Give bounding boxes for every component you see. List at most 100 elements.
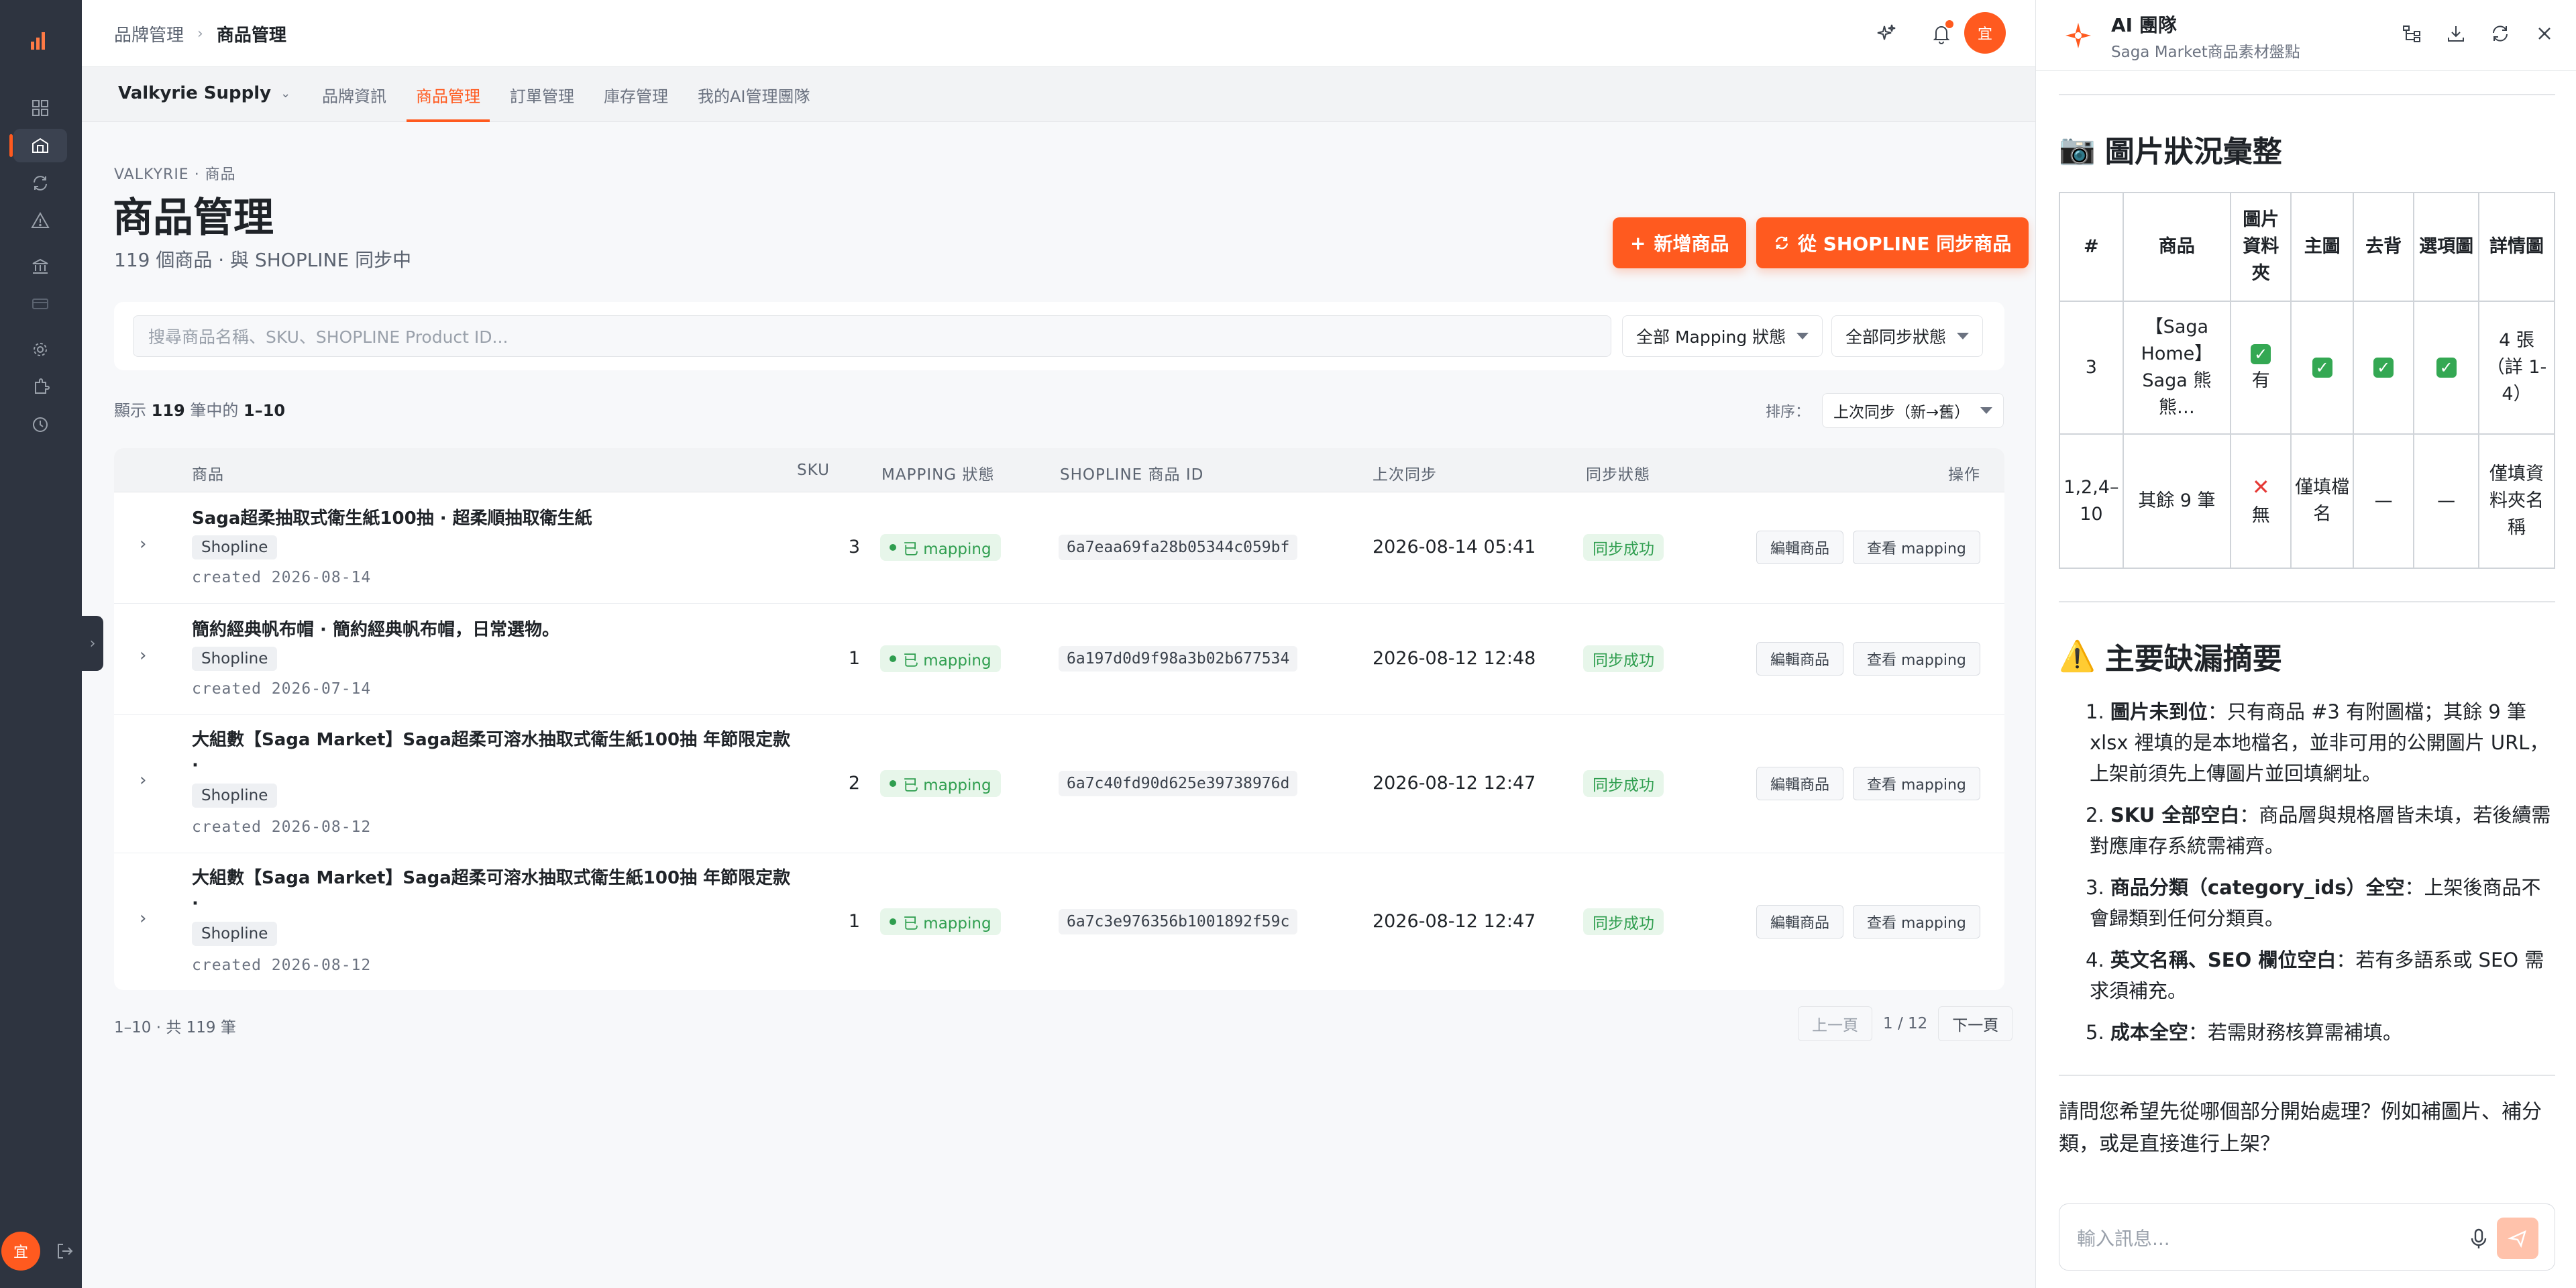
bank-icon[interactable] [13, 250, 67, 283]
prev-page-button[interactable]: 上一頁 [1798, 1006, 1872, 1041]
col-detail-image: 詳情圖 [2477, 192, 2556, 302]
edit-product-button[interactable]: 編輯商品 [1756, 531, 1844, 564]
view-mapping-button[interactable]: 查看 mapping [1853, 531, 1980, 564]
products-icon[interactable] [9, 129, 67, 162]
tab-orders[interactable]: 訂單管理 [495, 67, 589, 122]
send-icon [2508, 1230, 2526, 1248]
header-mapping: MAPPING 狀態 [881, 466, 995, 484]
mapping-badge: 已 mapping [880, 534, 1001, 561]
edit-product-button[interactable]: 編輯商品 [1756, 642, 1844, 676]
breadcrumb: 品牌管理 › 商品管理 [114, 21, 286, 46]
refresh-icon[interactable] [2489, 23, 2514, 47]
view-mapping-button[interactable]: 查看 mapping [1853, 642, 1980, 676]
table-row[interactable]: › 大組數【Saga Market】Saga超柔可溶水抽取式衛生紙100抽 年節… [114, 715, 2004, 853]
item-number: 3. [2086, 876, 2104, 899]
next-page-button[interactable]: 下一頁 [1938, 1006, 2013, 1041]
expand-chevron-icon[interactable]: › [140, 908, 146, 928]
edit-product-button[interactable]: 編輯商品 [1756, 767, 1844, 800]
product-name[interactable]: 簡約經典帆布帽 · 簡約經典帆布帽，日常選物。 [192, 617, 796, 643]
sku-count: 1 [848, 648, 860, 669]
message-composer[interactable]: 輸入訊息... [2059, 1203, 2555, 1271]
edit-product-button[interactable]: 編輯商品 [1756, 905, 1844, 938]
dashboard-icon[interactable] [13, 91, 67, 125]
tab-brand-info[interactable]: 品牌資訊 [307, 67, 401, 122]
caret-down-icon [1957, 333, 1970, 339]
add-product-button[interactable]: + 新增商品 [1613, 217, 1747, 268]
list-item: 2. SKU 全部空白：商品層與規格層皆未填，若後續需對應庫存系統需補齊。 [2059, 800, 2555, 861]
plugin-icon[interactable] [13, 370, 67, 404]
cell-main-image: ✓ [2290, 301, 2354, 435]
cell-option-image: ✓ [2413, 301, 2479, 435]
close-icon[interactable] [2534, 23, 2558, 47]
message-input[interactable]: 輸入訊息... [2077, 1224, 2170, 1251]
item-number: 2. [2086, 804, 2104, 826]
microphone-icon[interactable] [2467, 1227, 2490, 1251]
assistant-question: 請問您希望先從哪個部分開始處理？例如補圖片、補分類，或是直接進行上架？ [2059, 1100, 2542, 1156]
sync-icon[interactable] [13, 166, 67, 200]
cell-detail-image: 僅填資料夾名稱 [2477, 433, 2556, 569]
table-header: 商品 SKU MAPPING 狀態 SHOPLINE 商品 ID 上次同步 同步… [114, 448, 2004, 492]
check-icon: ✓ [2436, 358, 2457, 378]
settings-icon[interactable] [13, 333, 67, 366]
status-dot [890, 655, 896, 662]
history-icon[interactable] [13, 408, 67, 441]
send-button[interactable] [2497, 1218, 2538, 1259]
expand-chevron-icon[interactable]: › [140, 770, 146, 790]
mapping-text: 已 mapping [903, 652, 991, 669]
tree-icon[interactable] [2401, 23, 2425, 47]
item-heading: 圖片未到位 [2110, 700, 2208, 723]
org-selector[interactable]: Valkyrie Supply ⌄ [118, 83, 290, 103]
col-image-folder: 圖片資料夾 [2230, 192, 2292, 302]
table-row: 3 【Saga Home】Saga 熊熊… ✓ 有 ✓ ✓ ✓ 4 張（詳 1-4… [2059, 301, 2556, 435]
cell-image-folder: ✕ 無 [2230, 433, 2292, 569]
source-chip: Shopline [192, 535, 278, 559]
logout-icon[interactable] [55, 1241, 75, 1261]
expand-chevron-icon[interactable]: › [140, 534, 146, 554]
panel-title: AI 團隊 [2111, 14, 2177, 36]
list-item: 5. 成本全空：若需財務核算需補填。 [2059, 1017, 2555, 1048]
table-row[interactable]: › 大組數【Saga Market】Saga超柔可溶水抽取式衛生紙100抽 年節… [114, 853, 2004, 990]
shopline-id: 6a7c3e976356b1001892f59c [1059, 909, 1298, 934]
item-heading: 英文名稱、SEO 欄位空白 [2110, 949, 2337, 971]
ai-logo-icon [2065, 23, 2091, 48]
list-item: 4. 英文名稱、SEO 欄位空白：若有多語系或 SEO 需求須補充。 [2059, 945, 2555, 1006]
section-title-text: 圖片狀況彙整 [2104, 135, 2282, 169]
collapse-toggle[interactable]: › [82, 616, 103, 671]
logo-icon[interactable] [24, 27, 58, 54]
mapping-text: 已 mapping [903, 777, 991, 794]
count-mid: 筆中的 [190, 401, 239, 420]
chevron-right-icon: › [197, 25, 203, 42]
product-name[interactable]: Saga超柔抽取式衛生紙100抽 · 超柔順抽取衛生紙 [192, 506, 796, 531]
search-input[interactable]: 搜尋商品名稱、SKU、SHOPLINE Product ID... [133, 315, 1611, 357]
bell-icon[interactable] [1927, 19, 1956, 48]
page-title: 商品管理 [113, 195, 274, 241]
product-name[interactable]: 大組數【Saga Market】Saga超柔可溶水抽取式衛生紙100抽 年節限定… [192, 865, 796, 916]
mapping-status-select[interactable]: 全部 Mapping 狀態 [1622, 315, 1823, 357]
download-icon[interactable] [2445, 23, 2469, 47]
cell-image-folder: ✓ 有 [2230, 301, 2292, 435]
sync-status-select[interactable]: 全部同步狀態 [1831, 315, 1984, 357]
divider [2059, 601, 2555, 602]
tab-ai-team[interactable]: 我的AI管理團隊 [683, 67, 825, 122]
product-name[interactable]: 大組數【Saga Market】Saga超柔可溶水抽取式衛生紙100抽 年節限定… [192, 727, 796, 778]
status-dot [890, 780, 896, 787]
sparkle-icon[interactable] [1872, 19, 1901, 48]
created-date: created 2026-08-12 [192, 957, 372, 974]
table-row[interactable]: › Saga超柔抽取式衛生紙100抽 · 超柔順抽取衛生紙 Shopline c… [114, 492, 2004, 604]
table-row: 1,2,4–10 其餘 9 筆 ✕ 無 僅填檔名 — — 僅填資料夾名稱 [2059, 433, 2556, 569]
expand-chevron-icon[interactable]: › [140, 645, 146, 665]
card-icon[interactable] [13, 287, 67, 321]
tab-products[interactable]: 商品管理 [401, 67, 495, 122]
view-mapping-button[interactable]: 查看 mapping [1853, 767, 1980, 800]
user-avatar[interactable]: 宜 [1, 1232, 40, 1271]
check-icon: ✓ [2312, 358, 2332, 378]
header-avatar[interactable]: 宜 [1964, 12, 2006, 54]
tab-inventory[interactable]: 庫存管理 [589, 67, 683, 122]
view-mapping-button[interactable]: 查看 mapping [1853, 905, 1980, 938]
cell-product: 【Saga Home】Saga 熊熊… [2122, 301, 2232, 435]
sort-select[interactable]: 上次同步（新→舊） [1822, 393, 2004, 428]
warning-icon[interactable] [13, 204, 67, 237]
sync-shopline-button[interactable]: 從 SHOPLINE 同步商品 [1756, 217, 2029, 268]
table-row[interactable]: › 簡約經典帆布帽 · 簡約經典帆布帽，日常選物。 Shopline creat… [114, 604, 2004, 715]
breadcrumb-parent[interactable]: 品牌管理 [114, 21, 184, 46]
